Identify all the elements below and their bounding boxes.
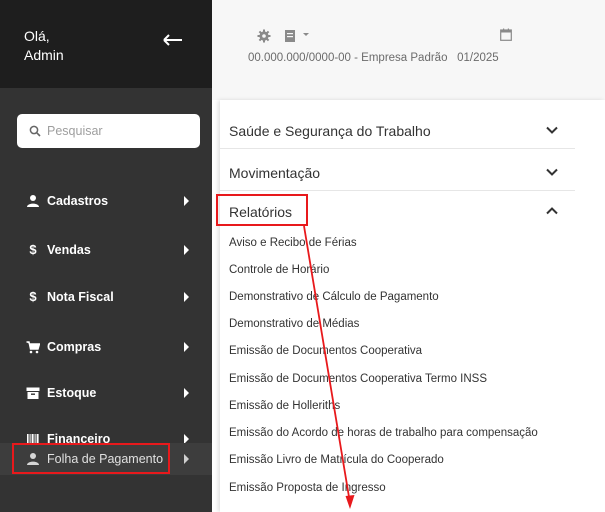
sidebar-item-label: Compras xyxy=(47,340,102,354)
chevron-right-icon xyxy=(184,292,189,302)
dollar-icon: $ xyxy=(29,289,37,304)
report-item[interactable]: Emissão Livro de Matrícula do Cooperado xyxy=(229,453,444,467)
sidebar-item-estoque[interactable]: Estoque xyxy=(0,377,212,409)
top-bar: 00.000.000/0000-00 - Empresa Padrão 01/2… xyxy=(212,0,605,100)
archive-icon xyxy=(26,387,40,399)
chevron-right-icon xyxy=(184,342,189,352)
sidebar-item-label: Cadastros xyxy=(47,194,109,208)
chevron-down-icon[interactable] xyxy=(303,33,309,36)
chevron-down-icon xyxy=(546,168,558,176)
sidebar-item-label: Nota Fiscal xyxy=(47,290,114,304)
sidebar-item-cadastros[interactable]: Cadastros xyxy=(0,185,212,217)
back-arrow-icon[interactable] xyxy=(163,33,183,47)
sidebar-header: Olá, Admin xyxy=(0,0,212,88)
calendar-icon[interactable] xyxy=(500,28,512,41)
highlight-box-folha xyxy=(12,443,170,474)
sidebar: Olá, Admin Cadastros $ Vendas $ Nota Fis… xyxy=(0,0,212,512)
report-item[interactable]: Controle de Horário xyxy=(229,263,329,277)
sidebar-item-label: Estoque xyxy=(47,386,97,400)
report-item[interactable]: Aviso e Recibo de Férias xyxy=(229,236,357,250)
username: Admin xyxy=(24,47,64,63)
sidebar-item-compras[interactable]: Compras xyxy=(0,331,212,363)
document-icon[interactable] xyxy=(284,29,296,43)
company-info: 00.000.000/0000-00 - Empresa Padrão 01/2… xyxy=(248,52,499,64)
company-name: 00.000.000/0000-00 - Empresa Padrão xyxy=(248,52,448,64)
gear-icon[interactable] xyxy=(257,29,271,43)
chevron-right-icon xyxy=(184,196,189,206)
highlight-box-relatorios xyxy=(216,194,308,226)
dollar-icon: $ xyxy=(29,242,37,257)
report-item[interactable]: Emissão de Documentos Cooperativa Termo … xyxy=(229,372,487,386)
report-item[interactable]: Emissão Proposta de Ingresso xyxy=(229,481,386,495)
section-saude-seguranca[interactable]: Saúde e Segurança do Trabalho xyxy=(220,114,575,149)
section-title: Saúde e Segurança do Trabalho xyxy=(229,123,431,139)
period-label[interactable]: 01/2025 xyxy=(457,52,499,64)
report-item[interactable]: Demonstrativo de Cálculo de Pagamento xyxy=(229,290,439,304)
chevron-right-icon xyxy=(184,454,189,464)
greeting-text: Olá, xyxy=(24,28,50,44)
cart-icon xyxy=(26,341,40,354)
sidebar-item-vendas[interactable]: $ Vendas xyxy=(0,234,212,266)
user-greeting: Olá, Admin xyxy=(24,27,64,65)
report-item[interactable]: Emissão de Holleriths xyxy=(229,399,340,413)
submenu-panel: Saúde e Segurança do Trabalho Movimentaç… xyxy=(216,100,605,512)
chevron-right-icon xyxy=(184,245,189,255)
section-movimentacao[interactable]: Movimentação xyxy=(220,156,575,191)
report-item[interactable]: Demonstrativo de Médias xyxy=(229,317,359,331)
search-input[interactable] xyxy=(47,121,192,141)
chevron-up-icon xyxy=(546,207,558,215)
chevron-right-icon xyxy=(184,388,189,398)
search-box[interactable] xyxy=(17,114,200,148)
report-item[interactable]: Emissão de Documentos Cooperativa xyxy=(229,344,422,358)
search-icon xyxy=(29,125,41,137)
section-title: Movimentação xyxy=(229,165,321,181)
person-icon xyxy=(27,195,39,207)
sidebar-item-label: Vendas xyxy=(47,243,91,257)
report-item[interactable]: Emissão do Acordo de horas de trabalho p… xyxy=(229,426,538,440)
sidebar-item-nota-fiscal[interactable]: $ Nota Fiscal xyxy=(0,281,212,313)
chevron-down-icon xyxy=(546,126,558,134)
